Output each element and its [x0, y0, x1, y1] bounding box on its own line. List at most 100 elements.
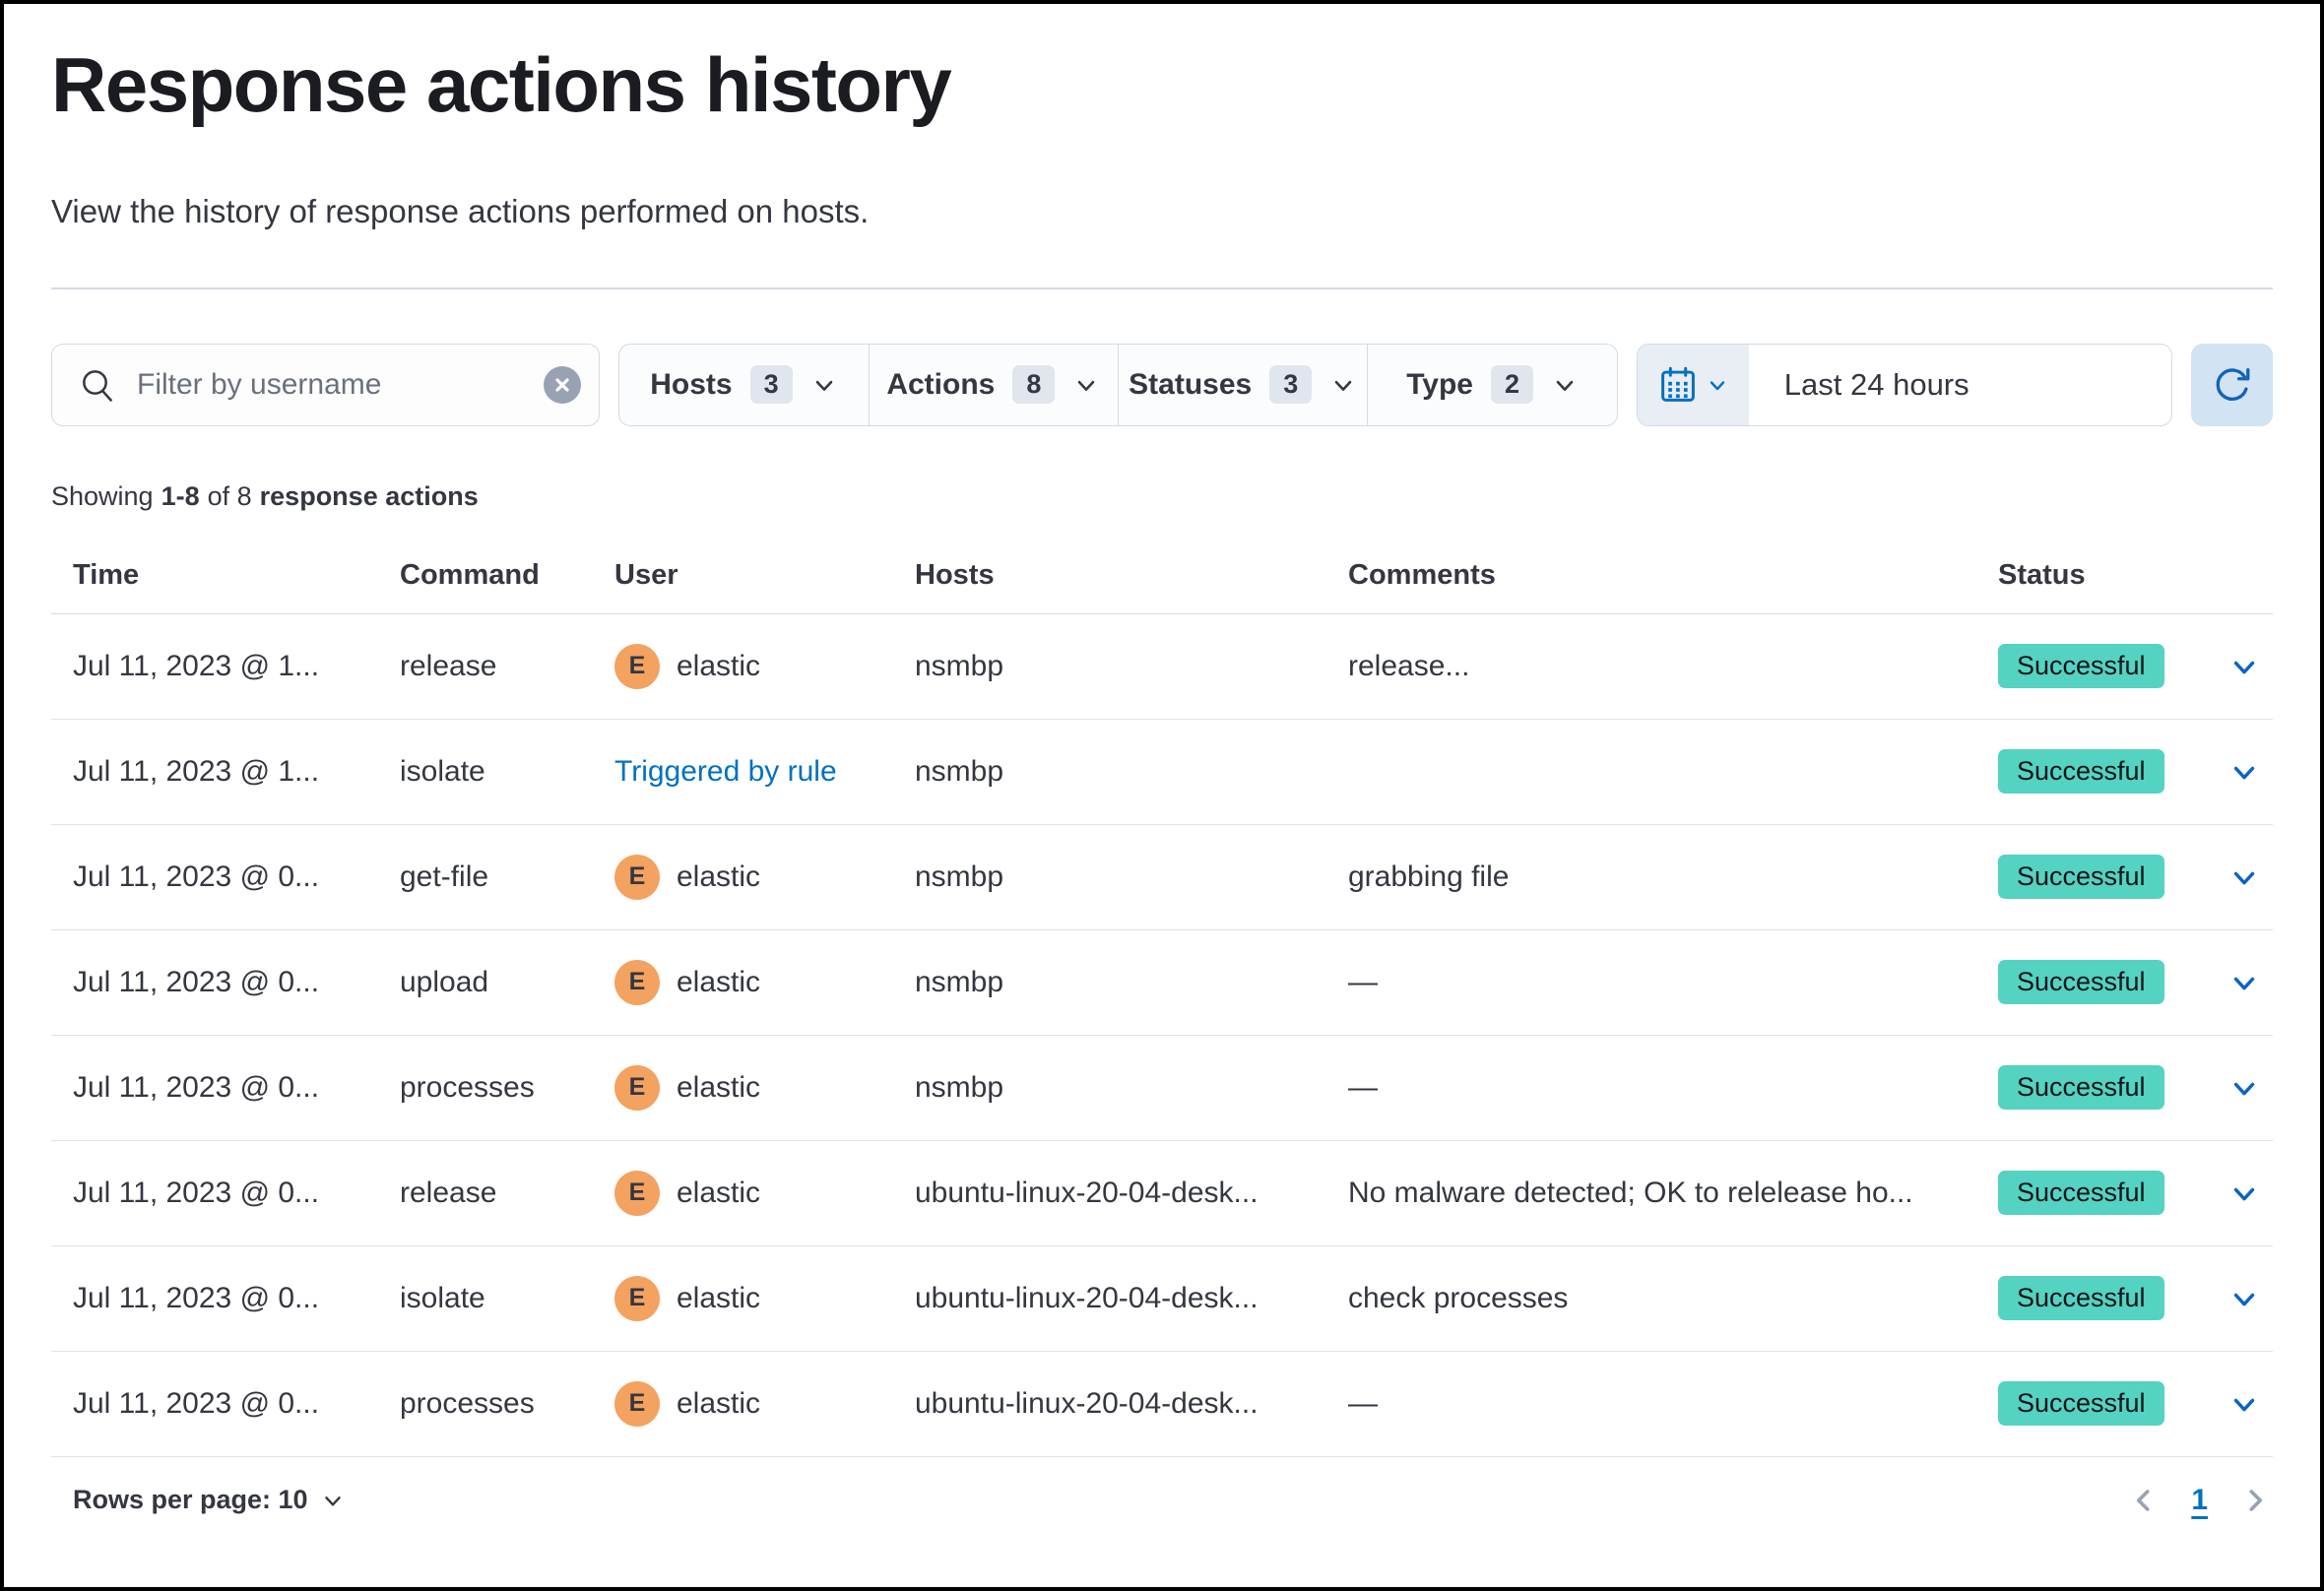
quick-select-date-button[interactable]	[1638, 345, 1749, 425]
chevron-down-icon	[1551, 371, 1579, 399]
expand-row-button[interactable]	[2227, 650, 2261, 683]
user-cell: E elastic	[593, 855, 893, 900]
summary-label: response actions	[260, 481, 479, 512]
filter-button-group: Hosts 3 Actions 8 Statuses 3	[618, 344, 1618, 426]
expand-row-button[interactable]	[2227, 1387, 2261, 1421]
status-badge: Successful	[1998, 1171, 2164, 1215]
command-cell: isolate	[378, 1282, 593, 1315]
time-cell: Jul 11, 2023 @ 0...	[51, 1387, 378, 1421]
avatar: E	[614, 1381, 660, 1427]
table-row: Jul 11, 2023 @ 0... upload E elastic nsm…	[51, 930, 2273, 1036]
header-hosts: Hosts	[893, 559, 1326, 592]
user-cell: E elastic	[593, 1276, 893, 1321]
command-cell: processes	[378, 1071, 593, 1105]
calendar-icon	[1657, 364, 1699, 406]
chevron-down-icon	[2227, 1177, 2261, 1210]
chevron-down-icon	[2227, 650, 2261, 683]
header-command: Command	[378, 559, 593, 592]
response-actions-history-page: Response actions history View the histor…	[0, 0, 2324, 1591]
time-cell: Jul 11, 2023 @ 0...	[51, 1177, 378, 1210]
page-subtitle: View the history of response actions per…	[51, 191, 2273, 231]
hosts-cell: nsmbp	[893, 650, 1326, 683]
user-cell: E elastic	[593, 1065, 893, 1111]
status-cell: Successful	[1976, 1171, 2215, 1215]
refresh-icon	[2211, 363, 2254, 407]
status-badge: Successful	[1998, 644, 2164, 688]
filter-statuses-button[interactable]: Statuses 3	[1118, 345, 1367, 425]
expand-row-button[interactable]	[2227, 755, 2261, 789]
filter-count-badge: 3	[750, 365, 793, 404]
chevron-right-icon	[2237, 1483, 2273, 1518]
filter-actions-button[interactable]: Actions 8	[869, 345, 1118, 425]
expand-row-button[interactable]	[2227, 860, 2261, 894]
hosts-cell: nsmbp	[893, 1071, 1326, 1105]
hosts-cell: nsmbp	[893, 755, 1326, 789]
expander-cell	[2215, 1071, 2273, 1105]
previous-page-button[interactable]	[2126, 1483, 2162, 1518]
summary-prefix: Showing	[51, 481, 154, 512]
summary-range: 1-8	[161, 481, 200, 512]
comments-cell: No malware detected; OK to relelease ho.…	[1326, 1177, 1976, 1210]
status-cell: Successful	[1976, 855, 2215, 899]
next-page-button[interactable]	[2237, 1483, 2273, 1518]
status-badge: Successful	[1998, 1276, 2164, 1320]
search-input[interactable]	[137, 368, 524, 402]
comments-cell: grabbing file	[1326, 860, 1976, 894]
expand-row-button[interactable]	[2227, 966, 2261, 999]
filter-label: Type	[1406, 368, 1473, 402]
expander-cell	[2215, 860, 2273, 894]
chevron-down-icon	[1329, 371, 1357, 399]
expander-cell	[2215, 966, 2273, 999]
avatar: E	[614, 1276, 660, 1321]
chevron-down-icon	[2227, 860, 2261, 894]
username-filter-box	[51, 344, 600, 426]
header-status: Status	[1976, 559, 2215, 592]
comments-cell: —	[1326, 1071, 1976, 1105]
clear-search-button[interactable]	[544, 366, 581, 404]
response-actions-table: Time Command User Hosts Comments Status …	[51, 538, 2273, 1457]
header-time: Time	[51, 559, 378, 592]
date-range-value[interactable]: Last 24 hours	[1749, 345, 2171, 425]
expand-row-button[interactable]	[2227, 1177, 2261, 1210]
chevron-down-icon	[2227, 1071, 2261, 1105]
header-comments: Comments	[1326, 559, 1976, 592]
username-text: elastic	[677, 650, 760, 683]
filter-label: Actions	[886, 368, 995, 402]
search-icon	[78, 365, 117, 405]
user-cell: E elastic	[593, 644, 893, 689]
filter-type-button[interactable]: Type 2	[1367, 345, 1616, 425]
table-header-row: Time Command User Hosts Comments Status	[51, 538, 2273, 614]
user-cell: E elastic	[593, 1171, 893, 1216]
page-number-1[interactable]: 1	[2191, 1484, 2208, 1517]
status-badge: Successful	[1998, 749, 2164, 794]
filter-label: Hosts	[650, 368, 732, 402]
comments-cell: release...	[1326, 650, 1976, 683]
avatar: E	[614, 1171, 660, 1216]
refresh-button[interactable]	[2191, 344, 2273, 426]
table-row: Jul 11, 2023 @ 0... processes E elastic …	[51, 1352, 2273, 1457]
expander-cell	[2215, 650, 2273, 683]
username-text: elastic	[677, 1282, 760, 1315]
command-cell: release	[378, 650, 593, 683]
hosts-cell: nsmbp	[893, 860, 1326, 894]
table-body: Jul 11, 2023 @ 1... release E elastic ns…	[51, 614, 2273, 1457]
user-cell: E elastic	[593, 1381, 893, 1427]
status-badge: Successful	[1998, 855, 2164, 899]
results-summary: Showing 1-8 of 8 response actions	[51, 481, 2273, 512]
expand-row-button[interactable]	[2227, 1071, 2261, 1105]
status-cell: Successful	[1976, 1065, 2215, 1110]
filter-hosts-button[interactable]: Hosts 3	[619, 345, 868, 425]
summary-middle: of 8	[208, 481, 252, 512]
header-user: User	[593, 559, 893, 592]
rows-per-page-button[interactable]: Rows per page: 10	[51, 1485, 346, 1515]
avatar: E	[614, 855, 660, 900]
username-text: elastic	[677, 1071, 760, 1105]
avatar: E	[614, 1065, 660, 1111]
command-cell: isolate	[378, 755, 593, 789]
comments-cell: check processes	[1326, 1282, 1976, 1315]
comments-cell: —	[1326, 966, 1976, 999]
user-rule-link[interactable]: Triggered by rule	[614, 755, 837, 789]
expand-row-button[interactable]	[2227, 1282, 2261, 1315]
table-row: Jul 11, 2023 @ 1... isolate Triggered by…	[51, 720, 2273, 825]
table-row: Jul 11, 2023 @ 0... get-file E elastic n…	[51, 825, 2273, 930]
